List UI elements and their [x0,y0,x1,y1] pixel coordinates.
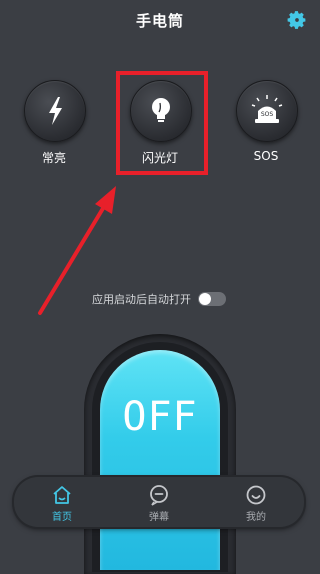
mode-steady-label: 常亮 [41,151,66,165]
message-icon [150,485,168,506]
svg-text:SOS: SOS [261,111,274,118]
profile-icon [246,485,266,505]
lightning-icon [49,97,62,125]
tab-message[interactable]: 弹幕 [111,477,207,527]
auto-open-label: 应用启动后自动打开 [92,293,191,306]
power-switch-label: OFF [122,394,198,440]
mode-sos-label: SOS [253,149,279,163]
tab-home-label: 首页 [52,512,72,523]
sos-siren-icon: SOS [251,95,283,123]
gear-icon[interactable] [286,9,308,31]
mode-sos-button[interactable]: SOS [236,80,298,142]
home-icon [53,486,71,504]
tab-message-label: 弹幕 [149,512,169,523]
mode-steady-button[interactable] [24,80,86,142]
tab-home[interactable]: 首页 [14,477,110,527]
tab-profile-label: 我的 [246,512,266,523]
bottom-tab-bar: 首页 弹幕 我的 [14,477,304,527]
toggle-knob [199,293,211,305]
highlight-box [116,71,208,175]
page-title: 手电筒 [135,12,184,30]
power-switch-button[interactable] [100,350,220,570]
auto-open-toggle[interactable] [198,292,226,306]
tab-profile[interactable]: 我的 [208,477,304,527]
